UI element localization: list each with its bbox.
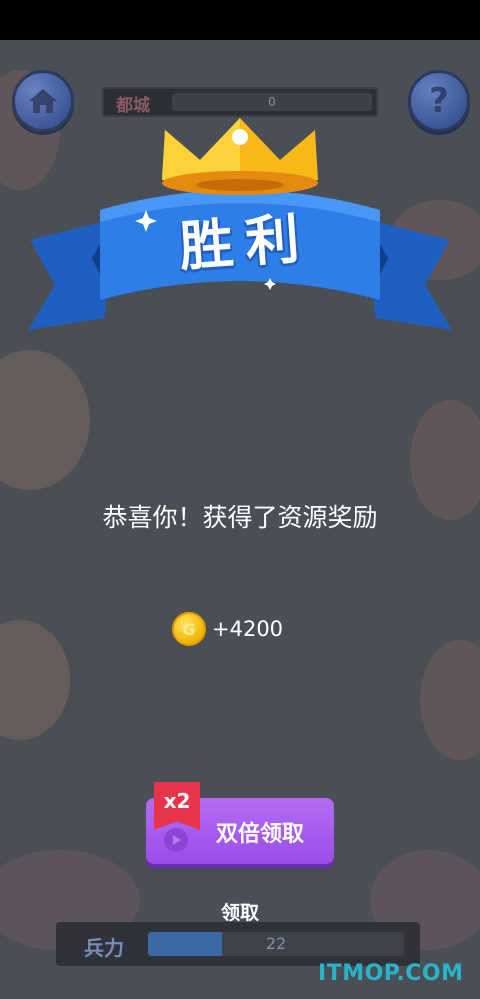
reward-row: G +4200 <box>172 612 283 646</box>
reward-amount: +4200 <box>212 617 284 641</box>
gold-coin-icon: G <box>172 612 206 646</box>
ribbon-left-tail <box>28 220 110 330</box>
troops-label: 兵力 <box>84 936 124 960</box>
watermark: ITMOP.COM <box>318 961 464 986</box>
troops-progress: 兵力 22 <box>56 922 420 966</box>
video-play-icon <box>164 828 188 852</box>
double-claim-label: 双倍领取 <box>216 822 305 847</box>
status-bar <box>0 0 480 40</box>
crown-icon <box>162 118 318 195</box>
victory-title: 胜利 <box>177 206 314 279</box>
reward-message: 恭喜你！获得了资源奖励 <box>102 503 378 532</box>
troops-value: 22 <box>265 934 287 953</box>
ribbon-right-tail <box>370 220 452 330</box>
